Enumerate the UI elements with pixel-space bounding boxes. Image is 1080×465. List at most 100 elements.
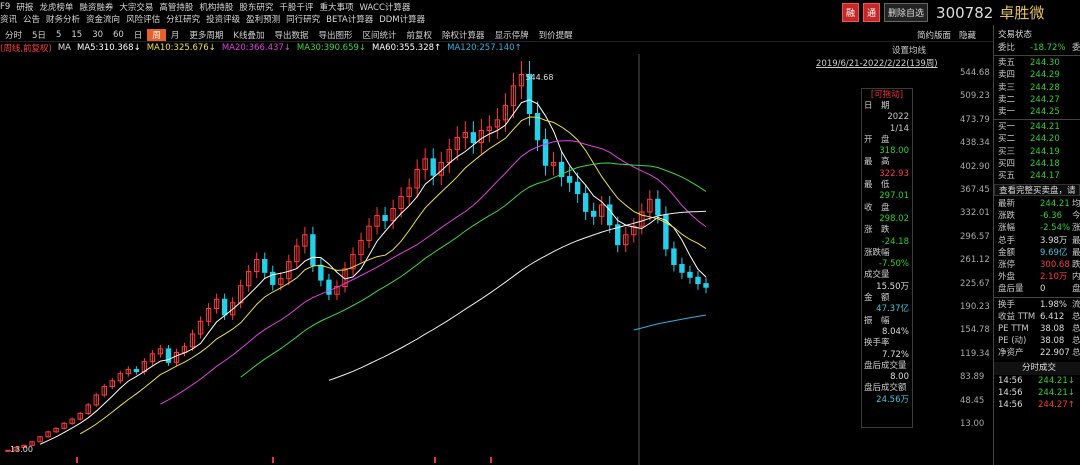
- hide-button[interactable]: 隐藏: [959, 29, 976, 41]
- tick-price: 244.21↓: [1038, 375, 1075, 386]
- menu-item[interactable]: BETA计算器: [326, 13, 373, 25]
- period-tab[interactable]: 前复权: [402, 29, 438, 41]
- stat-value: -2.54%: [1040, 223, 1071, 234]
- book-row: 买四 244.18: [994, 158, 1080, 170]
- book-row: 卖二 244.27: [994, 94, 1080, 106]
- menu-item[interactable]: 高管持股: [159, 1, 193, 13]
- period-tab[interactable]: 月: [166, 29, 185, 41]
- stat-value: 2.10万: [1040, 272, 1068, 283]
- period-tab[interactable]: 周: [147, 29, 166, 41]
- menu-item[interactable]: 龙虎榜单: [39, 1, 73, 13]
- full-orderbook-button[interactable]: 查看完整买卖盘，请: [994, 184, 1080, 197]
- menu-item[interactable]: 重大事项: [319, 1, 353, 13]
- menu-item[interactable]: 分红研究: [166, 13, 200, 25]
- period-tab[interactable]: K线叠加: [228, 29, 269, 41]
- tick-list: 14:56 244.21↓ 14:56 244.21↓ 14:56 244.27↑: [994, 375, 1080, 412]
- period-tab[interactable]: 5: [51, 30, 66, 40]
- tick-price: 244.27↑: [1038, 399, 1075, 410]
- candle-body: [655, 198, 661, 216]
- valuation-label: PE (动): [998, 336, 1027, 347]
- valuation-row: 换手 1.98% 流: [994, 299, 1080, 311]
- ma-value: MA5:310.368↓: [77, 43, 141, 53]
- info-label: 振 幅: [864, 315, 890, 326]
- period-tab[interactable]: 15: [66, 30, 87, 40]
- valuation-row: 收益 TTM 6.412 总: [994, 311, 1080, 323]
- candle-body: [671, 248, 677, 266]
- period-tab[interactable]: 日: [129, 29, 148, 41]
- info-value: 47.37亿: [876, 304, 909, 315]
- ma30-line: [240, 162, 707, 378]
- period-tab[interactable]: 分时: [0, 29, 27, 41]
- menu-item[interactable]: F9: [0, 2, 10, 12]
- period-tab[interactable]: 除权计算器: [437, 29, 490, 41]
- stat-tail: 涨: [1072, 223, 1080, 234]
- candle-body: [133, 368, 140, 373]
- menu-item[interactable]: 融资融券: [79, 1, 113, 13]
- price-tick: 544.68: [960, 68, 990, 78]
- candle-body: [574, 181, 581, 195]
- valuation-tail: 流: [1072, 299, 1080, 310]
- period-tab[interactable]: 导出图形: [314, 29, 358, 41]
- simple-layout-button[interactable]: 简约版面: [917, 29, 951, 41]
- candle-info-popup[interactable]: [可拖动] 日 期 2022 1/14 开 盘 318.00 最 高 322.93 最 低 29…: [861, 88, 913, 428]
- candle-body: [221, 298, 228, 316]
- price-tick: 402.90: [960, 161, 990, 172]
- tick-price: 244.21↓: [1038, 387, 1075, 398]
- book-price: 244.30: [1030, 58, 1060, 69]
- tick-time: 14:56: [998, 375, 1023, 386]
- candle-body: [382, 215, 388, 222]
- book-row: 卖五 244.30: [994, 57, 1080, 69]
- menu-item[interactable]: 公告: [23, 13, 40, 25]
- period-tab[interactable]: 5日: [27, 29, 51, 41]
- book-label: 卖四: [998, 70, 1016, 81]
- price-tick: 225.67: [960, 278, 990, 289]
- ticks-title: 分时成交: [994, 361, 1080, 375]
- menu-item[interactable]: 股东研究: [239, 1, 273, 13]
- menu-item[interactable]: 机构持股: [199, 1, 233, 13]
- book-row: 卖一 244.25: [994, 106, 1080, 118]
- candlestick-chart[interactable]: 544.68 13.00: [0, 54, 993, 465]
- stat-label: 涨跌: [998, 211, 1016, 222]
- ma-value: MA10:325.676↓: [146, 43, 216, 53]
- period-tab[interactable]: 区间统计: [358, 29, 402, 41]
- period-tab[interactable]: 到价提醒: [534, 29, 578, 41]
- period-tab[interactable]: 30: [87, 30, 108, 40]
- period-tab[interactable]: 更多周期: [184, 29, 228, 41]
- stat-tail: 最: [1072, 235, 1080, 246]
- menu-item[interactable]: 研报: [16, 1, 33, 13]
- menu-item[interactable]: 盈利预测: [246, 13, 280, 25]
- period-tab[interactable]: 60: [108, 30, 129, 40]
- stat-label: 涨幅: [998, 223, 1016, 234]
- valuation-label: PE TTM: [998, 323, 1029, 334]
- menu-item[interactable]: 资金流向: [86, 13, 120, 25]
- quote-panel: 交易状态 委比 -18.72% 委差 卖五 244.30 卖四 244.29 卖三 244…: [994, 29, 1080, 465]
- period-tab[interactable]: 显示停牌: [490, 29, 534, 41]
- candle-body: [703, 283, 709, 288]
- valuation-value: 38.08: [1040, 336, 1065, 347]
- price-tick: 332.01: [960, 208, 990, 219]
- period-tab[interactable]: 导出数据: [269, 29, 313, 41]
- menu-item[interactable]: 财务分析: [46, 13, 80, 25]
- ma-value: MA20:366.437↓: [221, 43, 291, 53]
- stat-row: 涨幅 -2.54% 涨: [994, 222, 1080, 234]
- book-label: 买三: [998, 146, 1016, 157]
- book-price: 244.21: [1030, 122, 1060, 133]
- menu-item[interactable]: 投资评级: [206, 13, 240, 25]
- remove-watchlist-button[interactable]: 删除自选: [884, 3, 929, 22]
- stat-tail: 盘: [1072, 284, 1080, 295]
- menu-item[interactable]: 大宗交易: [119, 1, 153, 13]
- menu-item[interactable]: 同行研究: [286, 13, 320, 25]
- tong-button[interactable]: 通: [863, 3, 881, 22]
- menu-item[interactable]: 千股千评: [279, 1, 313, 13]
- menu-item[interactable]: 资讯: [0, 13, 17, 25]
- candle-body: [687, 271, 693, 278]
- top-menu-row1: F9 研报 龙虎榜单 融资融券 大宗交易 高管持股 机构持股 股东研究 千股千评 重大事项 WACC…: [0, 0, 416, 13]
- rong-button[interactable]: 融: [842, 3, 860, 22]
- event-marker: [490, 457, 492, 463]
- menu-item[interactable]: DDM计算器: [379, 13, 425, 25]
- ma-value: MA60:355.328↑: [372, 43, 442, 53]
- book-price: 244.27: [1030, 94, 1060, 105]
- valuation-label: 净资产: [998, 348, 1024, 359]
- menu-item[interactable]: 风险评估: [126, 13, 160, 25]
- menu-item[interactable]: WACC计算器: [359, 1, 410, 13]
